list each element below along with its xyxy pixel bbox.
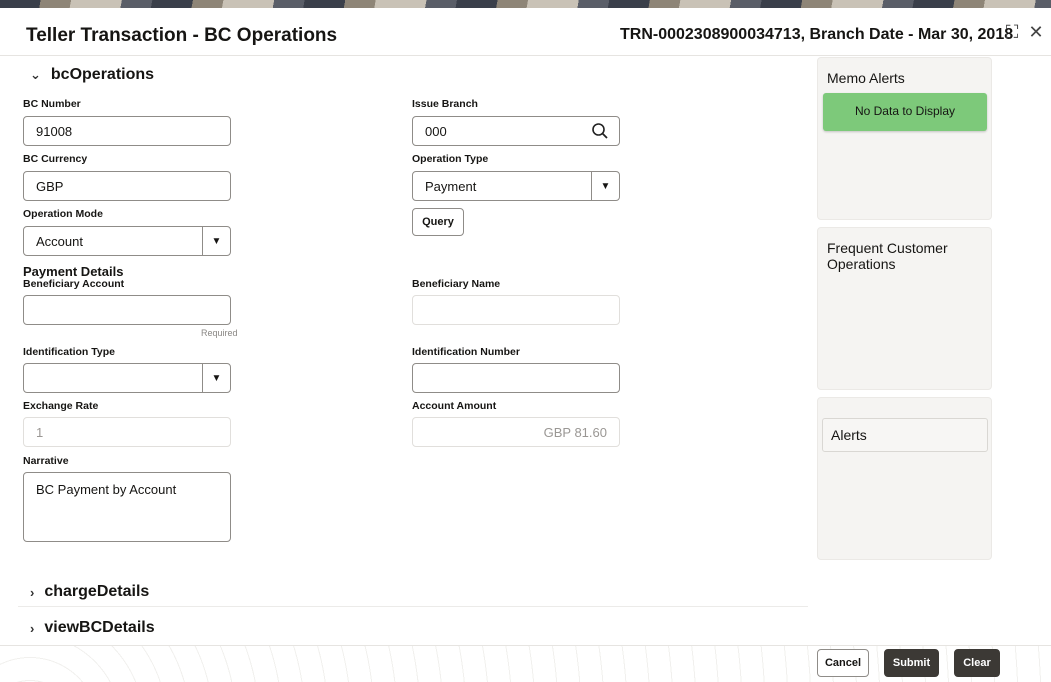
beneficiary-account-input[interactable] [23,295,231,325]
query-button[interactable]: Query [412,208,464,236]
narrative-value: BC Payment by Account [36,482,177,497]
account-amount-label: Account Amount [412,400,497,412]
exchange-rate-value: 1 [36,424,44,440]
memo-alerts-title: Memo Alerts [827,70,905,86]
bc-number-value: 91008 [36,123,73,139]
maximize-icon[interactable]: ⛶ [1002,22,1022,42]
alerts-panel: Alerts [817,397,992,560]
section-title: chargeDetails [44,583,150,600]
frequent-ops-title: Frequent Customer Operations [827,240,948,272]
section-title: bcOperations [50,66,155,83]
frequent-customer-operations-panel: Frequent Customer Operations [817,227,992,390]
account-amount-input: GBP 81.60 [412,417,620,447]
submit-button[interactable]: Submit [884,649,939,677]
decorative-banner-strip [0,0,1051,8]
operation-type-label: Operation Type [412,153,489,165]
account-amount-value: GBP 81.60 [543,424,607,440]
beneficiary-account-label: Beneficiary Account [23,278,125,290]
section-chargedetails-toggle[interactable]: › chargeDetails [30,583,149,601]
section-bcoperations-toggle[interactable]: ⌄ bcOperations [30,66,154,84]
dialog-header: Teller Transaction - BC Operations TRN-0… [0,8,1051,56]
section-divider [18,606,808,607]
bc-number-label: BC Number [23,98,81,110]
payment-details-heading: Payment Details [23,264,124,279]
section-title: viewBCDetails [44,619,155,636]
identification-type-label: Identification Type [23,346,115,358]
exchange-rate-input: 1 [23,417,231,447]
operation-mode-value: Account [36,233,83,249]
search-icon[interactable] [591,122,609,143]
issue-branch-input[interactable]: 000 [412,116,620,146]
exchange-rate-label: Exchange Rate [23,400,99,412]
operation-type-select[interactable]: Payment ▼ [412,171,620,201]
caret-down-icon[interactable]: ▼ [202,227,230,255]
page-title: Teller Transaction - BC Operations [26,25,338,46]
bc-currency-label: BC Currency [23,153,88,165]
caret-down-icon[interactable]: ▼ [202,364,230,392]
transaction-info: TRN-0002308900034713, Branch Date - Mar … [620,26,1014,43]
beneficiary-name-label: Beneficiary Name [412,278,501,290]
narrative-label: Narrative [23,455,69,467]
bc-number-input[interactable]: 91008 [23,116,231,146]
memo-alerts-panel: Memo Alerts No Data to Display [817,57,992,220]
operation-mode-label: Operation Mode [23,208,103,220]
bc-currency-value: GBP [36,178,64,194]
operation-type-value: Payment [425,178,477,194]
caret-down-icon[interactable]: ▼ [591,172,619,200]
identification-type-select[interactable]: ▼ [23,363,231,393]
chevron-right-icon: › [30,620,35,636]
required-hint: Required [201,328,238,338]
operation-mode-select[interactable]: Account ▼ [23,226,231,256]
issue-branch-value: 000 [425,123,447,139]
narrative-textarea[interactable]: BC Payment by Account [23,472,231,542]
close-icon[interactable]: ✕ [1026,22,1046,42]
chevron-down-icon: ⌄ [30,67,41,82]
cancel-button[interactable]: Cancel [817,649,869,677]
identification-number-label: Identification Number [412,346,520,358]
alerts-tile[interactable]: Alerts [822,418,988,452]
memo-alerts-empty: No Data to Display [823,93,987,131]
beneficiary-name-input[interactable] [412,295,620,325]
bc-currency-input[interactable]: GBP [23,171,231,201]
identification-number-input[interactable] [412,363,620,393]
chevron-right-icon: › [30,584,35,600]
section-viewbcdetails-toggle[interactable]: › viewBCDetails [30,619,155,637]
clear-button[interactable]: Clear [954,649,1000,677]
issue-branch-label: Issue Branch [412,98,478,110]
